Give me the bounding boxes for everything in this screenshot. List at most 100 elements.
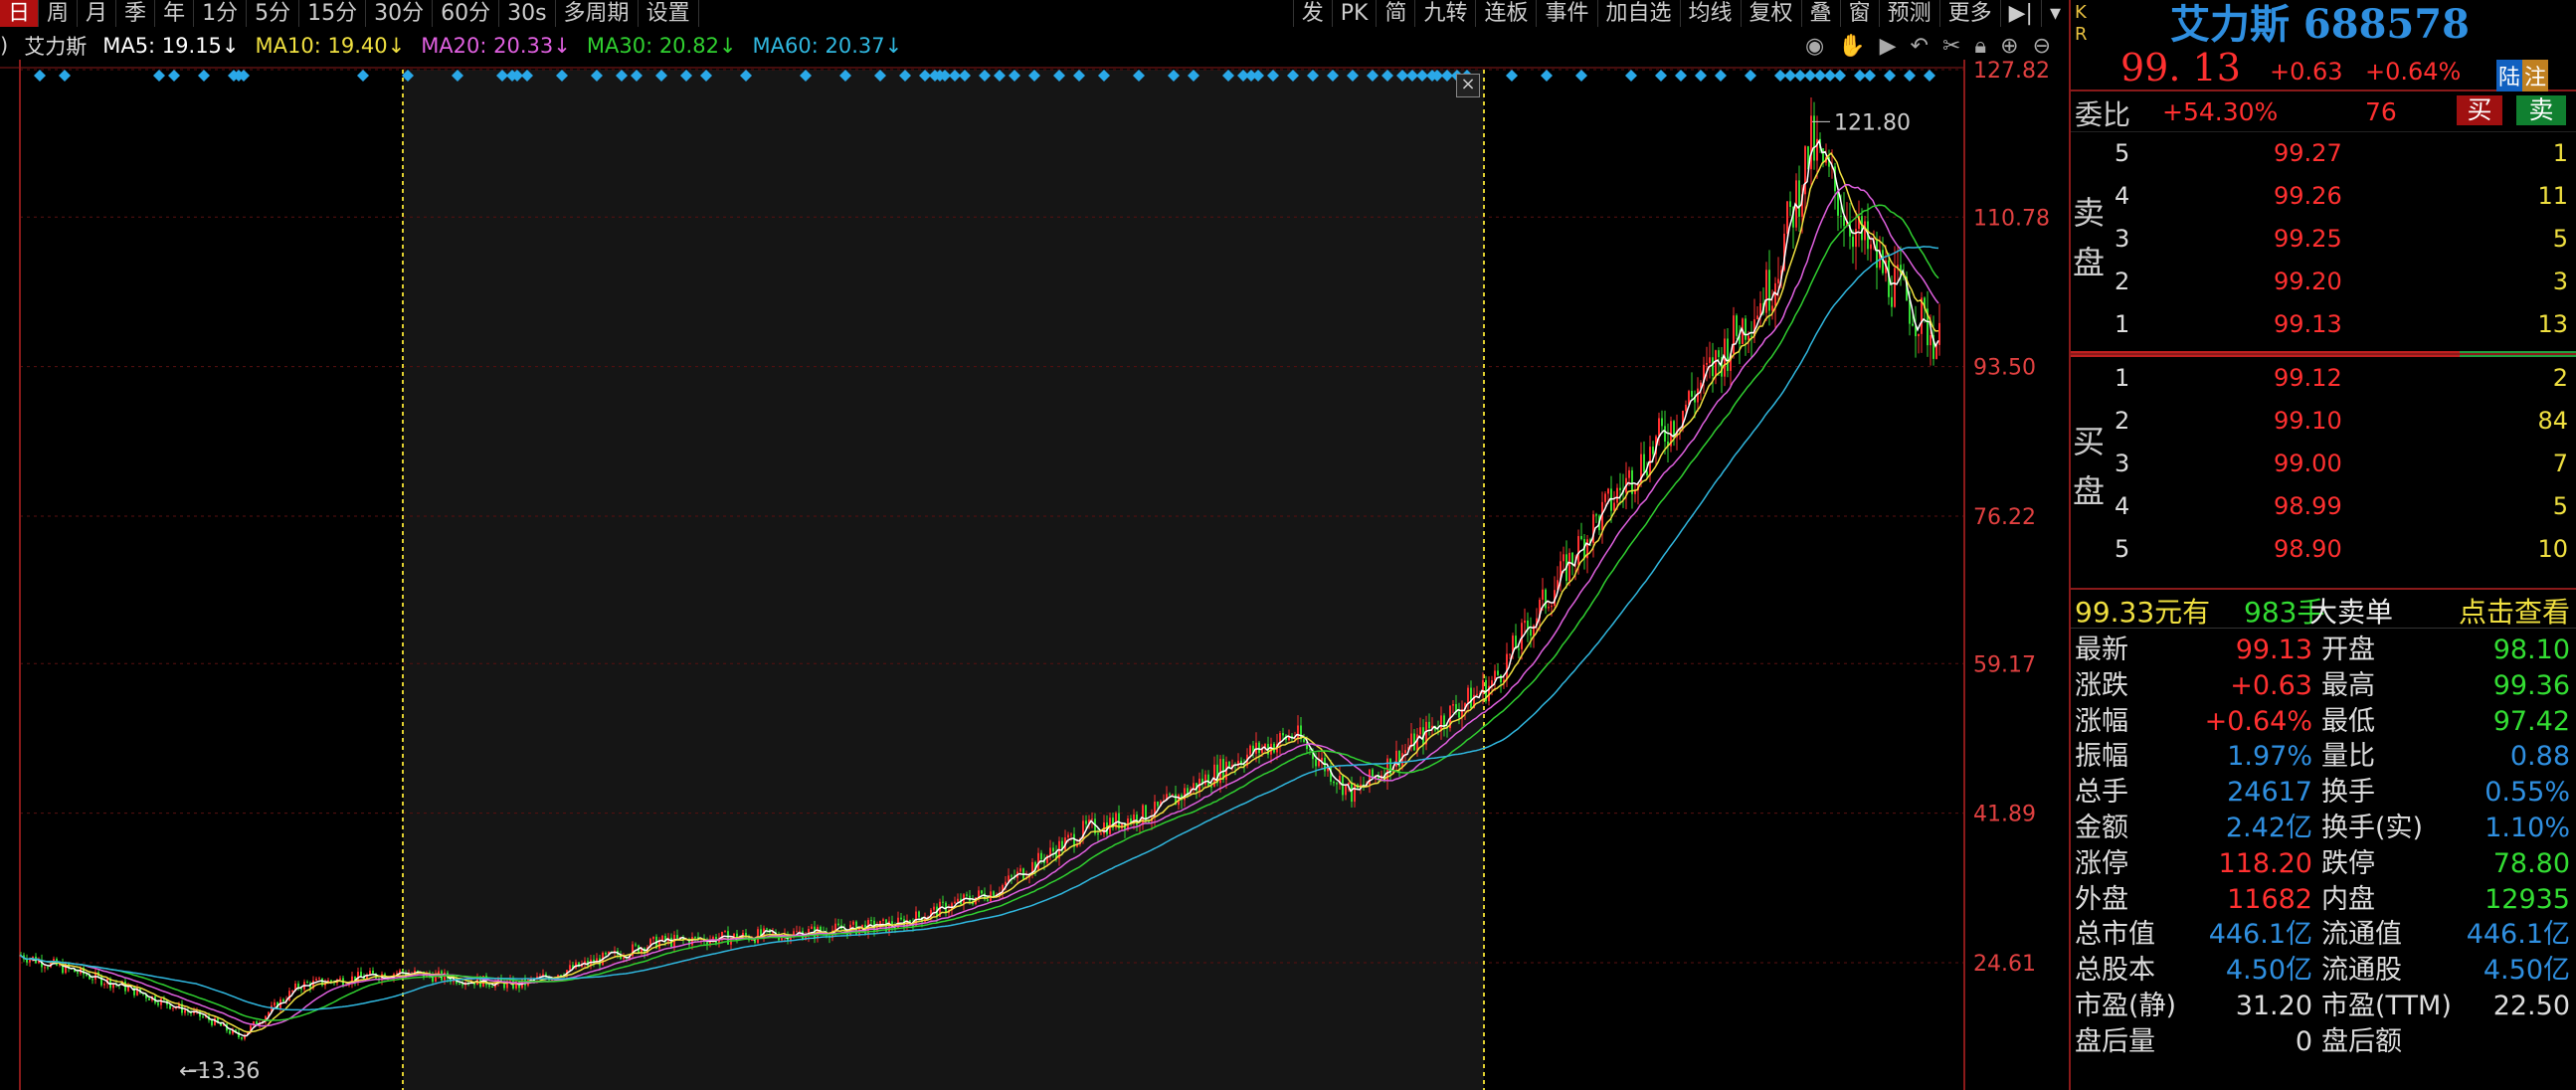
stat-value: 446.1亿 <box>2208 919 2312 951</box>
book-level: 2 <box>2115 268 2130 295</box>
stat-label: 盘后量 <box>2075 1025 2155 1057</box>
candle-body <box>1813 115 1815 161</box>
candle-body <box>1169 794 1171 796</box>
book-row[interactable]: 2 99.20 3 <box>2111 261 2576 303</box>
sell-button[interactable]: 卖 <box>2516 95 2566 125</box>
candle-body <box>1318 761 1320 767</box>
candle-body <box>978 890 980 898</box>
event-diamond[interactable] <box>168 70 180 82</box>
stat-label: 量比 <box>2321 741 2375 773</box>
price-change-pct: +0.64% <box>2365 58 2462 86</box>
candle-body <box>811 926 813 929</box>
candle-body <box>1604 493 1606 502</box>
stat-label: 流通股 <box>2321 955 2402 987</box>
candle-body <box>1718 350 1720 358</box>
event-diamond[interactable] <box>1884 70 1896 82</box>
event-diamond[interactable] <box>1864 70 1876 82</box>
event-diamond[interactable] <box>1675 70 1687 82</box>
candle-body <box>1542 589 1544 600</box>
candle-body <box>1661 418 1663 427</box>
book-row[interactable]: 3 99.25 5 <box>2111 218 2576 261</box>
book-price: 99.27 <box>2274 139 2342 167</box>
event-diamond[interactable] <box>1695 70 1707 82</box>
event-diamond[interactable] <box>1655 70 1667 82</box>
book-volume: 84 <box>2537 407 2568 435</box>
book-row[interactable]: 5 98.90 10 <box>2111 528 2576 571</box>
candle-body <box>1467 687 1469 704</box>
weibi-value: +54.30% <box>2162 97 2279 126</box>
stat-value: 11682 <box>2227 883 2312 915</box>
candle-body <box>727 931 729 945</box>
lu-badge[interactable]: 陆 <box>2496 60 2523 91</box>
candle-body <box>1607 488 1609 494</box>
candle-body <box>1930 335 1932 346</box>
candle-body <box>852 921 854 925</box>
candle-body <box>1345 785 1347 796</box>
stat-value: 22.50 <box>2492 990 2570 1021</box>
event-diamond[interactable] <box>153 70 165 82</box>
candle-body <box>1091 818 1093 820</box>
book-row[interactable]: 1 99.13 13 <box>2111 303 2576 346</box>
book-row[interactable]: 2 99.10 84 <box>2111 400 2576 443</box>
book-level: 1 <box>2115 310 2130 338</box>
book-price: 99.10 <box>2274 407 2342 435</box>
event-diamond[interactable] <box>34 70 46 82</box>
candle-body <box>202 1016 204 1018</box>
event-diamond[interactable] <box>1506 70 1518 82</box>
event-diamond[interactable] <box>1924 70 1935 82</box>
candlestick-chart[interactable]: 127.82 110.78 93.50 76.22 59.17 41.89 24.61 121… <box>0 0 2069 1090</box>
close-overlay-icon[interactable]: × <box>1456 74 1480 97</box>
event-diamond[interactable] <box>198 70 210 82</box>
kline-chart-area[interactable]: 日周月季年 1分 5分 15分 30分 60分 30s 多周期 设置 发 PK 简九转 连板 事件 加自选… <box>0 0 2069 1090</box>
candle-body <box>47 967 49 969</box>
book-volume: 13 <box>2537 310 2568 338</box>
book-volume: 3 <box>2552 268 2568 295</box>
candle-body <box>1777 278 1779 283</box>
candle-body <box>1518 648 1520 650</box>
event-diamond[interactable] <box>1834 70 1846 82</box>
book-level: 3 <box>2115 225 2130 253</box>
candle-body <box>172 1007 174 1009</box>
event-diamond[interactable] <box>1541 70 1553 82</box>
candle-body <box>957 898 959 902</box>
event-diamond[interactable] <box>1575 70 1587 82</box>
candle-body <box>86 974 88 976</box>
book-row[interactable]: 1 99.12 2 <box>2111 357 2576 400</box>
event-diamond[interactable] <box>1745 70 1756 82</box>
view-big-orders-link[interactable]: 点击查看 <box>2459 591 2570 631</box>
stat-value: +0.63 <box>2230 669 2312 701</box>
y-axis-tick: 93.50 <box>1973 356 2036 381</box>
candle-body <box>1613 502 1615 511</box>
kr-flags: KR <box>2075 2 2088 45</box>
candle-body <box>1855 229 1857 248</box>
candle-body <box>1715 350 1717 377</box>
candle-body <box>882 919 884 921</box>
price-change: +0.63 <box>2270 58 2343 86</box>
book-row[interactable]: 4 99.26 11 <box>2111 175 2576 218</box>
book-row[interactable]: 4 98.99 5 <box>2111 485 2576 528</box>
event-diamond[interactable] <box>1904 70 1916 82</box>
candle-body <box>1204 774 1206 785</box>
y-axis-tick: 76.22 <box>1973 505 2036 530</box>
book-row[interactable]: 5 99.27 1 <box>2111 132 2576 175</box>
candle-body <box>1646 471 1648 476</box>
candle-body <box>1595 514 1597 516</box>
candle-body <box>1142 805 1144 825</box>
buy-button[interactable]: 买 <box>2457 95 2502 125</box>
book-level: 2 <box>2115 407 2130 435</box>
candle-body <box>524 979 526 986</box>
stat-label: 涨停 <box>2075 847 2128 879</box>
event-diamond[interactable] <box>1715 70 1727 82</box>
candle-body <box>954 901 956 904</box>
stat-label: 换手 <box>2321 777 2375 809</box>
event-diamond[interactable] <box>1625 70 1637 82</box>
zhu-badge[interactable]: 注 <box>2522 60 2549 91</box>
candle-body <box>488 985 490 988</box>
event-diamond[interactable] <box>59 70 71 82</box>
book-row[interactable]: 3 99.00 7 <box>2111 443 2576 485</box>
stat-label: 最高 <box>2321 669 2375 701</box>
stat-label: 总市值 <box>2075 919 2155 951</box>
candle-body <box>184 1009 186 1013</box>
event-diamond[interactable] <box>357 70 369 82</box>
stat-label: 流通值 <box>2321 919 2402 951</box>
